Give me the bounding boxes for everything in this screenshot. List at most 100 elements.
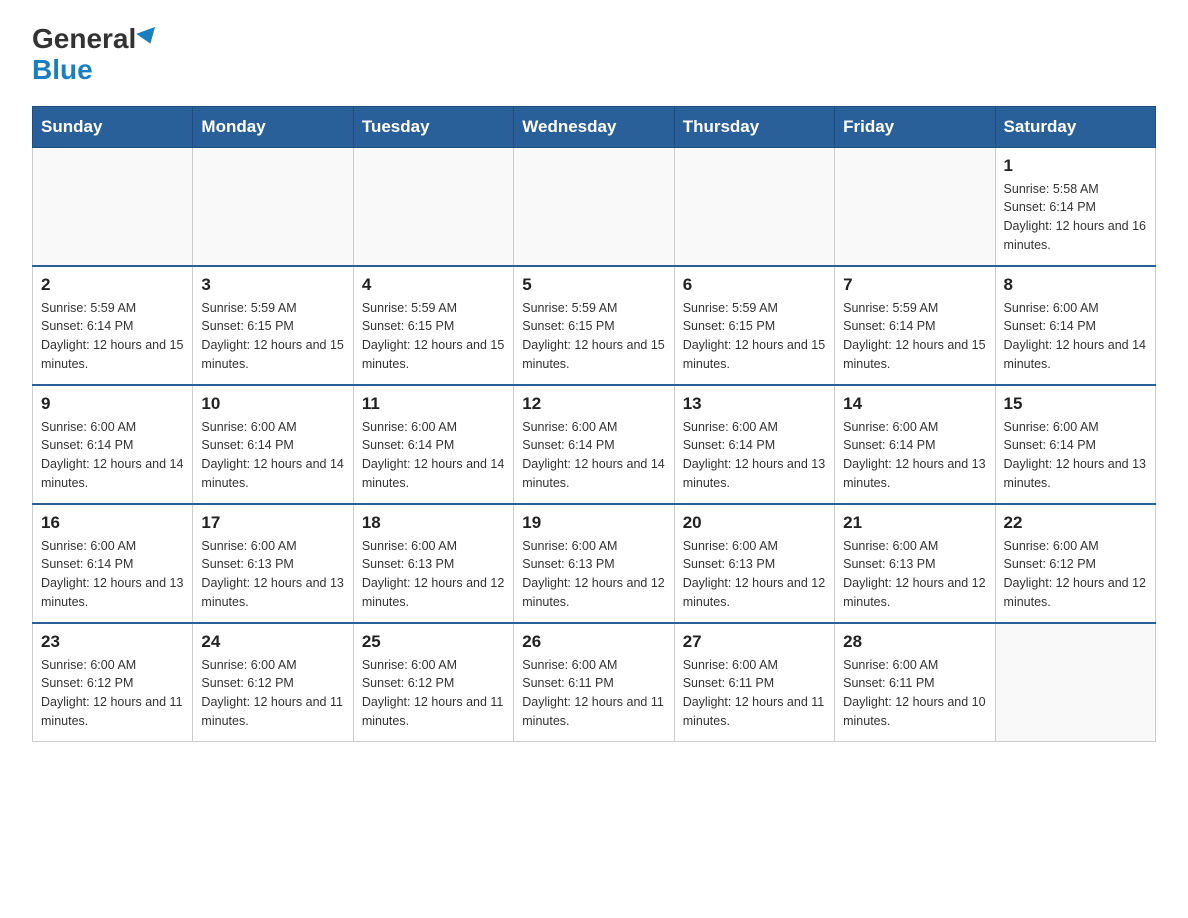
logo-text-general: General (32, 24, 136, 55)
day-info: Sunrise: 6:00 AM Sunset: 6:13 PM Dayligh… (522, 537, 665, 612)
calendar-cell: 1 Sunrise: 5:58 AM Sunset: 6:14 PM Daylig… (995, 147, 1155, 266)
day-info: Sunrise: 6:00 AM Sunset: 6:14 PM Dayligh… (362, 418, 505, 493)
calendar-week-3: 9 Sunrise: 6:00 AM Sunset: 6:14 PM Daylig… (33, 385, 1156, 504)
day-number: 18 (362, 513, 505, 533)
day-number: 1 (1004, 156, 1147, 176)
day-number: 27 (683, 632, 826, 652)
calendar-cell (514, 147, 674, 266)
day-number: 17 (201, 513, 344, 533)
calendar-cell: 28 Sunrise: 6:00 AM Sunset: 6:11 PM Dayli… (835, 623, 995, 742)
logo-triangle-icon (136, 27, 160, 47)
day-info: Sunrise: 6:00 AM Sunset: 6:13 PM Dayligh… (843, 537, 986, 612)
calendar-cell: 27 Sunrise: 6:00 AM Sunset: 6:11 PM Dayli… (674, 623, 834, 742)
day-number: 5 (522, 275, 665, 295)
day-info: Sunrise: 6:00 AM Sunset: 6:12 PM Dayligh… (41, 656, 184, 731)
day-info: Sunrise: 5:59 AM Sunset: 6:14 PM Dayligh… (41, 299, 184, 374)
weekday-header-friday: Friday (835, 106, 995, 147)
day-number: 26 (522, 632, 665, 652)
day-info: Sunrise: 6:00 AM Sunset: 6:11 PM Dayligh… (522, 656, 665, 731)
day-info: Sunrise: 6:00 AM Sunset: 6:12 PM Dayligh… (1004, 537, 1147, 612)
day-number: 23 (41, 632, 184, 652)
day-info: Sunrise: 6:00 AM Sunset: 6:11 PM Dayligh… (683, 656, 826, 731)
calendar-week-4: 16Sunrise: 6:00 AM Sunset: 6:14 PM Dayli… (33, 504, 1156, 623)
calendar-cell: 20 Sunrise: 6:00 AM Sunset: 6:13 PM Dayli… (674, 504, 834, 623)
calendar-week-1: 1 Sunrise: 5:58 AM Sunset: 6:14 PM Daylig… (33, 147, 1156, 266)
day-info: Sunrise: 5:59 AM Sunset: 6:14 PM Dayligh… (843, 299, 986, 374)
weekday-header-sunday: Sunday (33, 106, 193, 147)
weekday-header-tuesday: Tuesday (353, 106, 513, 147)
calendar-cell (835, 147, 995, 266)
day-info: Sunrise: 6:00 AM Sunset: 6:14 PM Dayligh… (41, 418, 184, 493)
day-number: 28 (843, 632, 986, 652)
calendar-cell: 12 Sunrise: 6:00 AM Sunset: 6:14 PM Dayli… (514, 385, 674, 504)
day-number: 2 (41, 275, 184, 295)
calendar-cell (193, 147, 353, 266)
day-number: 21 (843, 513, 986, 533)
calendar-cell: 6 Sunrise: 5:59 AM Sunset: 6:15 PM Daylig… (674, 266, 834, 385)
day-number: 12 (522, 394, 665, 414)
day-info: Sunrise: 6:00 AM Sunset: 6:14 PM Dayligh… (683, 418, 826, 493)
logo-text-blue: Blue (32, 55, 93, 86)
day-number: 24 (201, 632, 344, 652)
weekday-header-monday: Monday (193, 106, 353, 147)
day-info: Sunrise: 5:59 AM Sunset: 6:15 PM Dayligh… (362, 299, 505, 374)
calendar-cell: 17 Sunrise: 6:00 AM Sunset: 6:13 PM Dayli… (193, 504, 353, 623)
calendar-cell: 14 Sunrise: 6:00 AM Sunset: 6:14 PM Dayli… (835, 385, 995, 504)
calendar-cell: 23 Sunrise: 6:00 AM Sunset: 6:12 PM Dayli… (33, 623, 193, 742)
calendar-cell: 19 Sunrise: 6:00 AM Sunset: 6:13 PM Dayli… (514, 504, 674, 623)
day-info: Sunrise: 6:00 AM Sunset: 6:14 PM Dayligh… (201, 418, 344, 493)
calendar-cell: 7Sunrise: 5:59 AM Sunset: 6:14 PM Daylig… (835, 266, 995, 385)
day-info: Sunrise: 6:00 AM Sunset: 6:12 PM Dayligh… (362, 656, 505, 731)
day-number: 6 (683, 275, 826, 295)
calendar-cell: 16Sunrise: 6:00 AM Sunset: 6:14 PM Dayli… (33, 504, 193, 623)
day-number: 25 (362, 632, 505, 652)
weekday-header-thursday: Thursday (674, 106, 834, 147)
day-info: Sunrise: 6:00 AM Sunset: 6:13 PM Dayligh… (683, 537, 826, 612)
day-info: Sunrise: 6:00 AM Sunset: 6:14 PM Dayligh… (41, 537, 184, 612)
calendar-cell: 24 Sunrise: 6:00 AM Sunset: 6:12 PM Dayli… (193, 623, 353, 742)
calendar-cell: 11 Sunrise: 6:00 AM Sunset: 6:14 PM Dayli… (353, 385, 513, 504)
day-number: 10 (201, 394, 344, 414)
day-info: Sunrise: 6:00 AM Sunset: 6:14 PM Dayligh… (522, 418, 665, 493)
day-number: 14 (843, 394, 986, 414)
calendar-week-2: 2 Sunrise: 5:59 AM Sunset: 6:14 PM Daylig… (33, 266, 1156, 385)
calendar-cell: 22 Sunrise: 6:00 AM Sunset: 6:12 PM Dayli… (995, 504, 1155, 623)
day-info: Sunrise: 5:59 AM Sunset: 6:15 PM Dayligh… (683, 299, 826, 374)
calendar-cell (674, 147, 834, 266)
page-header: General Blue (32, 24, 1156, 86)
day-info: Sunrise: 6:00 AM Sunset: 6:11 PM Dayligh… (843, 656, 986, 731)
calendar-cell (995, 623, 1155, 742)
calendar-cell: 3 Sunrise: 5:59 AM Sunset: 6:15 PM Daylig… (193, 266, 353, 385)
day-info: Sunrise: 5:59 AM Sunset: 6:15 PM Dayligh… (201, 299, 344, 374)
day-info: Sunrise: 6:00 AM Sunset: 6:14 PM Dayligh… (1004, 418, 1147, 493)
weekday-header-row: SundayMondayTuesdayWednesdayThursdayFrid… (33, 106, 1156, 147)
day-info: Sunrise: 6:00 AM Sunset: 6:12 PM Dayligh… (201, 656, 344, 731)
calendar-cell: 13 Sunrise: 6:00 AM Sunset: 6:14 PM Dayli… (674, 385, 834, 504)
day-number: 11 (362, 394, 505, 414)
day-number: 22 (1004, 513, 1147, 533)
day-number: 3 (201, 275, 344, 295)
calendar-cell: 18 Sunrise: 6:00 AM Sunset: 6:13 PM Dayli… (353, 504, 513, 623)
day-number: 9 (41, 394, 184, 414)
day-number: 4 (362, 275, 505, 295)
day-number: 13 (683, 394, 826, 414)
calendar-cell: 21 Sunrise: 6:00 AM Sunset: 6:13 PM Dayli… (835, 504, 995, 623)
day-number: 20 (683, 513, 826, 533)
weekday-header-wednesday: Wednesday (514, 106, 674, 147)
calendar-cell (353, 147, 513, 266)
day-number: 15 (1004, 394, 1147, 414)
day-info: Sunrise: 6:00 AM Sunset: 6:13 PM Dayligh… (362, 537, 505, 612)
day-number: 8 (1004, 275, 1147, 295)
calendar-week-5: 23 Sunrise: 6:00 AM Sunset: 6:12 PM Dayli… (33, 623, 1156, 742)
calendar-cell: 25 Sunrise: 6:00 AM Sunset: 6:12 PM Dayli… (353, 623, 513, 742)
calendar-cell: 10 Sunrise: 6:00 AM Sunset: 6:14 PM Dayli… (193, 385, 353, 504)
day-info: Sunrise: 6:00 AM Sunset: 6:13 PM Dayligh… (201, 537, 344, 612)
day-number: 19 (522, 513, 665, 533)
calendar-table: SundayMondayTuesdayWednesdayThursdayFrid… (32, 106, 1156, 742)
calendar-cell: 26 Sunrise: 6:00 AM Sunset: 6:11 PM Dayli… (514, 623, 674, 742)
calendar-cell: 15 Sunrise: 6:00 AM Sunset: 6:14 PM Dayli… (995, 385, 1155, 504)
day-info: Sunrise: 5:58 AM Sunset: 6:14 PM Dayligh… (1004, 180, 1147, 255)
calendar-cell: 9 Sunrise: 6:00 AM Sunset: 6:14 PM Daylig… (33, 385, 193, 504)
logo: General Blue (32, 24, 158, 86)
day-info: Sunrise: 6:00 AM Sunset: 6:14 PM Dayligh… (843, 418, 986, 493)
